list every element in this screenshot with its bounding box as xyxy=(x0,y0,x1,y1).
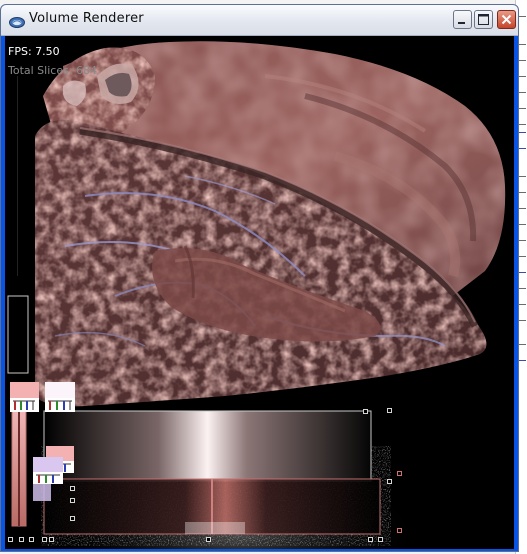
close-icon xyxy=(501,14,512,25)
swatch-widget-white xyxy=(45,382,75,412)
tf-handle-top-mid[interactable] xyxy=(363,409,368,414)
tf-handle-upper-bottom-right[interactable] xyxy=(387,479,392,484)
tf-handle-bottom-2[interactable] xyxy=(19,537,24,542)
tf-handle-bottom-8[interactable] xyxy=(378,537,383,542)
tf-handle-bottom-1[interactable] xyxy=(8,537,13,542)
tf-handle-left-upper[interactable] xyxy=(70,486,75,491)
swatch-widget-pink xyxy=(10,382,39,412)
minimize-icon xyxy=(458,22,465,24)
tf-handle-left-lower[interactable] xyxy=(70,516,75,521)
tf-handle-lower-top-right[interactable] xyxy=(397,471,402,476)
maximize-button[interactable] xyxy=(474,10,493,29)
opacity-strip-outline xyxy=(7,295,29,374)
tf-handle-bottom-7[interactable] xyxy=(368,537,373,542)
transfer-function-editor[interactable] xyxy=(5,36,514,549)
tf-handle-left-mid[interactable] xyxy=(70,498,75,503)
window-title: Volume Renderer xyxy=(29,11,144,26)
title-bar[interactable]: Volume Renderer xyxy=(1,5,518,36)
volume-renderer-window: Volume Renderer FPS: 7.50 Total Slices: … xyxy=(0,4,519,552)
tf-handle-lower-bottom-right[interactable] xyxy=(397,528,402,533)
minimize-button[interactable] xyxy=(453,10,472,29)
maximize-icon xyxy=(478,14,489,25)
render-viewport[interactable]: FPS: 7.50 Total Slices: 684 xyxy=(5,36,514,549)
transfer-band-upper xyxy=(44,411,371,481)
close-button[interactable] xyxy=(497,10,516,29)
tf-handle-top-right[interactable] xyxy=(387,408,392,413)
tf-handle-bottom-5[interactable] xyxy=(49,537,54,542)
tf-handle-bottom-3[interactable] xyxy=(29,537,34,542)
java-cup-icon xyxy=(9,13,25,28)
tf-handle-bottom-4[interactable] xyxy=(42,537,47,542)
tf-handle-bottom-6[interactable] xyxy=(206,537,211,542)
